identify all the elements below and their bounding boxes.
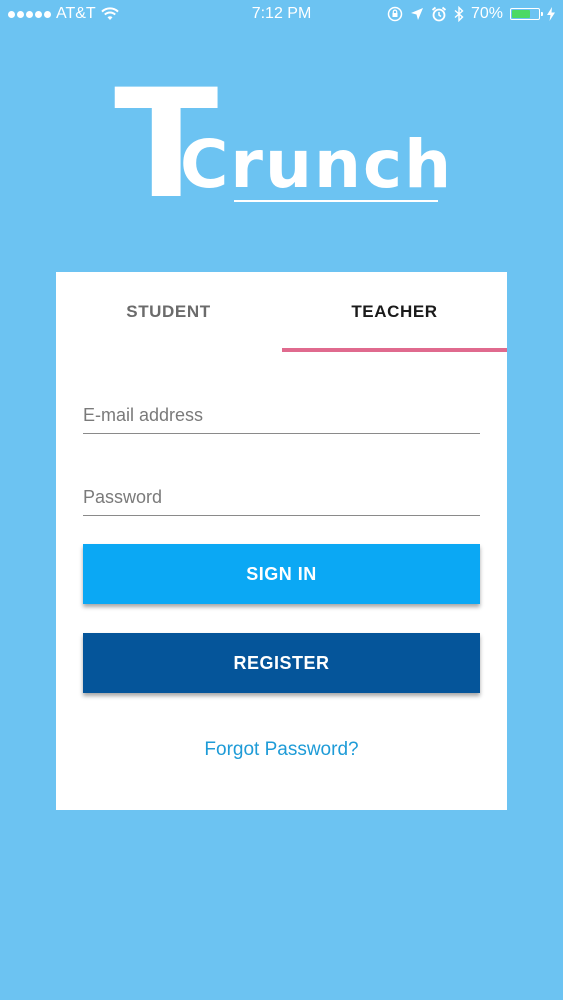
password-input[interactable] [83,479,480,515]
battery-icon [510,8,543,20]
tab-selected-indicator [282,348,507,352]
tab-student[interactable]: STUDENT [56,272,281,352]
email-field [83,397,480,434]
battery-percent: 70% [470,5,503,22]
status-right: 70% [387,5,555,23]
sign-in-button[interactable]: SIGN IN [83,544,480,604]
forgot-password-link[interactable]: Forgot Password? [56,739,507,761]
charging-bolt-icon [547,7,555,21]
alarm-icon [431,6,447,22]
lock-rotation-icon [387,6,403,22]
location-arrow-icon [410,8,423,20]
password-field [83,479,480,516]
tab-teacher[interactable]: TEACHER [282,272,507,352]
email-input[interactable] [83,397,480,433]
logo-wordmark: Crunch [180,126,454,203]
battery-level-fill [512,10,530,18]
logo-underline [234,200,438,202]
status-bar: AT&T 7:12 PM 70% [0,0,563,30]
role-tabs: STUDENT TEACHER [56,272,507,354]
register-button[interactable]: REGISTER [83,633,480,693]
bluetooth-icon [454,6,464,22]
login-card: STUDENT TEACHER SIGN IN REGISTER Forgot … [56,272,507,810]
